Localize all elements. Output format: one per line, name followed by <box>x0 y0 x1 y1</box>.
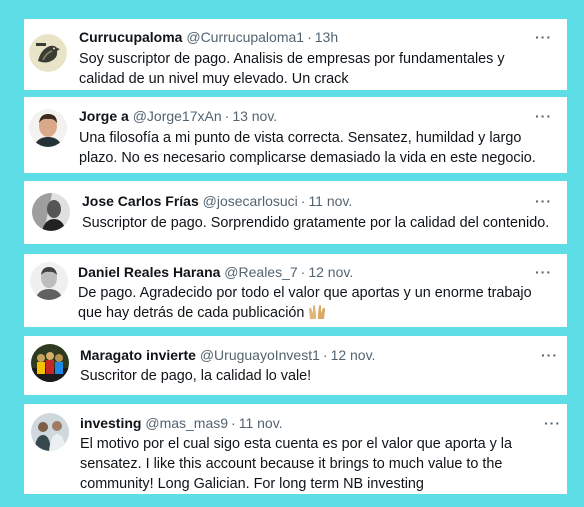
author-name[interactable]: Maragato invierte <box>80 347 196 363</box>
author-name[interactable]: Currucupaloma <box>79 29 182 45</box>
author-handle[interactable]: @josecarlosuci <box>203 193 298 209</box>
author-handle[interactable]: @Reales_7 <box>224 264 297 280</box>
separator-dot: · <box>224 108 230 124</box>
avatar[interactable] <box>32 193 70 231</box>
author-name[interactable]: investing <box>80 415 141 431</box>
author-handle[interactable]: @UruguayoInvest1 <box>200 347 320 363</box>
tweet-header: Daniel Reales Harana @Reales_7 · 12 nov. <box>78 263 353 281</box>
tweet-text: El motivo por el cual sigo esta cuenta e… <box>80 436 512 492</box>
tweet-header: Jose Carlos Frías @josecarlosuci · 11 nov. <box>82 192 352 210</box>
tweet-text-body: De pago. Agradecido por todo el valor qu… <box>78 285 532 321</box>
person-photo-icon <box>29 109 67 147</box>
tweet-time[interactable]: 13 nov. <box>232 108 277 124</box>
person-photo-icon <box>32 193 70 231</box>
separator-dot: · <box>300 193 306 209</box>
person-photo-icon <box>31 413 69 451</box>
avatar[interactable] <box>30 262 68 300</box>
author-handle[interactable]: @Currucupaloma1 <box>186 29 304 45</box>
tweet-card[interactable]: Currucupaloma @Currucupaloma1 · 13h ··· So… <box>24 19 567 90</box>
tweet-text: Una filosofía a mi punto de vista correc… <box>79 130 536 166</box>
more-options-icon[interactable]: ··· <box>535 265 552 279</box>
tweet-header: Currucupaloma @Currucupaloma1 · 13h <box>79 28 338 46</box>
tweet-text: De pago. Agradecido por todo el valor qu… <box>78 283 558 323</box>
tweet-card[interactable]: Jorge a @Jorge17xAn · 13 nov. ··· Una filo… <box>24 97 567 173</box>
tweet-time[interactable]: 11 nov. <box>308 193 352 209</box>
bird-logo-icon <box>29 34 67 72</box>
tweet-header: Jorge a @Jorge17xAn · 13 nov. <box>79 107 277 125</box>
more-options-icon[interactable]: ··· <box>535 30 552 44</box>
tweet-time[interactable]: 13h <box>315 29 338 45</box>
separator-dot: · <box>300 264 306 280</box>
person-photo-icon <box>30 262 68 300</box>
separator-dot: · <box>231 415 236 431</box>
tweet-card[interactable]: investing @mas_mas9 · 11 nov. ··· El motiv… <box>24 404 567 494</box>
tweet-text: Soy suscriptor de pago. Analisis de empr… <box>79 51 505 87</box>
more-options-icon[interactable]: ··· <box>535 109 552 123</box>
tweet-text: Suscritor de pago, la calidad lo vale! <box>80 368 312 384</box>
tweet-card[interactable]: Daniel Reales Harana @Reales_7 · 12 nov. ·… <box>24 254 567 327</box>
separator-dot: · <box>307 29 312 45</box>
raising-hands-icon <box>309 305 326 319</box>
avatar[interactable] <box>31 344 69 382</box>
tweet-card[interactable]: Maragato invierte @UruguayoInvest1 · 12 no… <box>24 336 567 395</box>
tweet-header: investing @mas_mas9 · 11 nov. <box>80 414 283 432</box>
tweet-card[interactable]: Jose Carlos Frías @josecarlosuci · 11 nov.… <box>24 181 567 244</box>
author-handle[interactable]: @Jorge17xAn <box>133 108 222 124</box>
tweet-time[interactable]: 12 nov. <box>331 347 376 363</box>
group-photo-icon <box>31 344 69 382</box>
separator-dot: · <box>322 347 328 363</box>
avatar[interactable] <box>29 34 67 72</box>
author-name[interactable]: Jose Carlos Frías <box>82 193 199 209</box>
more-options-icon[interactable]: ··· <box>535 194 552 208</box>
tweet-time[interactable]: 11 nov. <box>239 415 283 431</box>
more-options-icon[interactable]: ··· <box>544 416 561 430</box>
more-options-icon[interactable]: ··· <box>541 348 558 362</box>
tweet-header: Maragato invierte @UruguayoInvest1 · 12 no… <box>80 346 375 364</box>
avatar[interactable] <box>31 413 69 451</box>
author-handle[interactable]: @mas_mas9 <box>145 415 228 431</box>
author-name[interactable]: Jorge a <box>79 108 129 124</box>
author-name[interactable]: Daniel Reales Harana <box>78 264 220 280</box>
tweet-time[interactable]: 12 nov. <box>308 264 353 280</box>
avatar[interactable] <box>29 109 67 147</box>
tweet-text: Suscriptor de pago. Sorprendido gratamen… <box>82 215 550 231</box>
